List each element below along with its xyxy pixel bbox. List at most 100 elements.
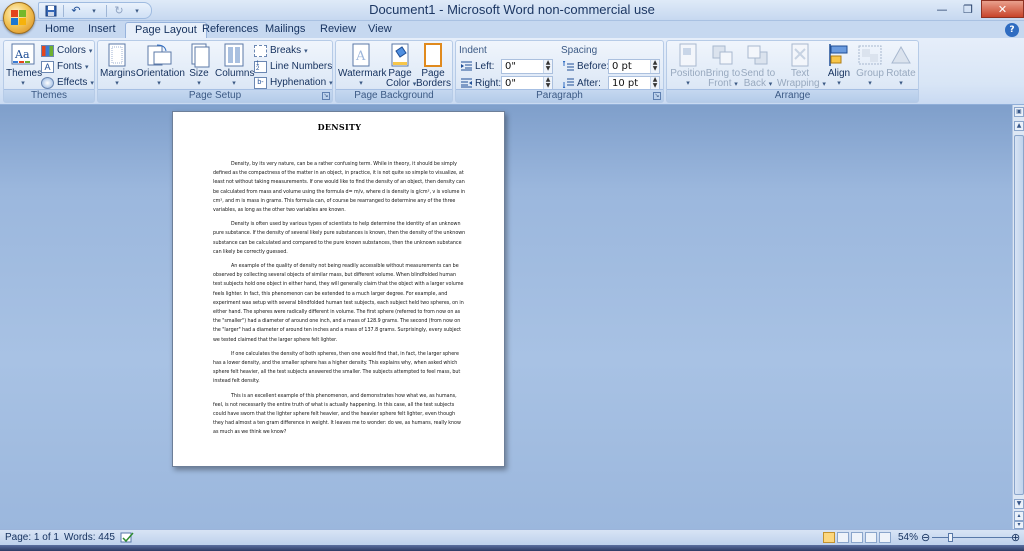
zoom-in-icon[interactable]: ⊕ [1011,532,1020,544]
dropdown-arrow-icon: ▾ [197,80,201,87]
group-arrange: Position ▾ Bring to Front ▾ Send to Back… [666,40,919,103]
margins-icon [103,43,131,67]
spin-arrows-icon[interactable]: ▲ ▼ [650,60,659,73]
page-borders-button[interactable]: Page Borders [416,43,452,89]
indent-left-input[interactable]: 0" ▲ ▼ [501,59,553,74]
next-page-icon[interactable]: ▾ [1014,521,1024,529]
breaks-icon [254,44,267,57]
dropdown-arrow-icon: ▾ [304,47,308,55]
paragraph-launcher-icon[interactable]: ↘ [653,92,661,100]
size-label: Size [189,68,209,79]
ribbon: Aa Themes ▾ Colors ▾ A Fonts ▾ Effects ▾ Th… [0,38,1024,105]
close-button[interactable]: ✕ [981,0,1024,18]
columns-icon [220,43,248,67]
dropdown-arrow-icon: ▾ [899,80,903,87]
group-page-setup: Margins ▾ Orientation ▾ Size ▾ Columns ▾ [97,40,339,103]
send-to-back-button[interactable]: Send to Back ▾ [740,43,776,90]
margins-button[interactable]: Margins ▾ [100,43,136,89]
effects-icon [41,76,54,89]
hyphenation-button[interactable]: b- Hyphenation ▾ [254,75,333,90]
full-screen-reading-view-icon[interactable] [837,532,849,543]
themes-button[interactable]: Aa Themes ▾ [6,43,42,89]
indent-right-label: Right: [475,78,502,89]
group-label: Group [856,68,884,79]
print-layout-view-icon[interactable] [823,532,835,543]
indent-left-label: Left: [475,61,495,72]
document-paragraph: Density is often used by various types o… [213,222,466,255]
zoom-slider[interactable] [932,537,1012,538]
tab-insert[interactable]: Insert [79,22,125,38]
draft-view-icon[interactable] [879,532,891,543]
spacing-before-input[interactable]: 0 pt ▲ ▼ [608,59,660,74]
spacing-after-value: 10 pt [612,78,639,89]
orientation-icon [145,43,173,67]
tab-review[interactable]: Review [311,22,365,38]
tab-view[interactable]: View [359,22,401,38]
scroll-down-icon[interactable]: ▼ [1014,499,1024,509]
scroll-up-icon[interactable]: ▲ [1014,121,1024,131]
office-button[interactable] [3,2,35,34]
position-button[interactable]: Position ▾ [669,43,707,89]
dropdown-arrow-icon: ▾ [21,80,25,87]
effects-button[interactable]: Effects ▾ [41,75,94,90]
page-count[interactable]: Page: 1 of 1 [5,532,59,544]
page-color-button[interactable]: Page Color ▾ [386,43,416,90]
zoom-out-icon[interactable]: ⊖ [921,532,930,544]
indent-left-icon [461,61,472,71]
watermark-label: Watermark [338,68,387,79]
group-label-themes: Themes [4,89,94,102]
scroll-thumb[interactable] [1014,135,1024,495]
send-to-back-icon [744,43,772,67]
spacing-title: Spacing [561,45,598,56]
tab-home[interactable]: Home [36,22,83,38]
maximize-button[interactable]: ❐ [955,0,981,18]
dropdown-arrow-icon: ▾ [157,80,161,87]
colors-icon [41,44,54,57]
spin-arrows-icon[interactable]: ▲ ▼ [543,60,552,73]
colors-button[interactable]: Colors ▾ [41,43,92,58]
help-icon[interactable]: ? [1005,23,1019,37]
tab-mailings[interactable]: Mailings [256,22,314,38]
hyphenation-label: Hyphenation [270,77,327,88]
dropdown-arrow-icon: ▾ [90,79,94,87]
outline-view-icon[interactable] [865,532,877,543]
group-label-page-setup: Page Setup [98,89,332,102]
group-label-paragraph: Paragraph [456,89,663,102]
window-title: Document1 - Microsoft Word non-commercia… [369,2,655,17]
zoom-level[interactable]: 54% [898,532,918,544]
document-page[interactable]: DENSITY Density, by its very nature, can… [172,111,505,467]
breaks-label: Breaks [270,45,302,56]
document-title: DENSITY [317,122,362,132]
effects-label: Effects [57,77,88,88]
word-count[interactable]: Words: 445 [64,532,115,544]
page-borders-label-2: Borders [416,78,452,89]
align-button[interactable]: Align ▾ [824,43,854,89]
vertical-scrollbar[interactable]: ▣ ▲ ▼ ▴ ▾ [1012,105,1024,529]
document-workspace: DENSITY Density, by its very nature, can… [0,105,1012,529]
columns-button[interactable]: Columns ▾ [215,43,254,89]
zoom-slider-thumb[interactable] [948,533,953,542]
web-layout-view-icon[interactable] [851,532,863,543]
breaks-button[interactable]: Breaks ▾ [254,43,308,58]
size-button[interactable]: Size ▾ [184,43,214,89]
fonts-button[interactable]: A Fonts ▾ [41,59,89,74]
window-controls: — ❐ ✕ [929,0,1024,18]
colors-label: Colors [57,45,86,56]
themes-icon: Aa [9,43,37,67]
watermark-button[interactable]: A Watermark ▾ [338,43,387,89]
text-wrapping-label-2-text: Wrapping [777,78,820,89]
orientation-button[interactable]: Orientation ▾ [136,43,185,89]
spacing-after-icon [562,78,574,89]
page-borders-icon [419,43,447,67]
group-button[interactable]: Group ▾ [855,43,885,89]
rotate-button[interactable]: Rotate ▾ [886,43,916,89]
page-setup-launcher-icon[interactable]: ↘ [322,92,330,100]
ruler-toggle-icon[interactable]: ▣ [1014,107,1024,117]
minimize-button[interactable]: — [929,0,955,18]
previous-page-icon[interactable]: ▴ [1014,511,1024,521]
bring-to-front-button[interactable]: Bring to Front ▾ [705,43,741,90]
proofing-icon[interactable] [120,532,134,544]
text-wrapping-button[interactable]: Text Wrapping ▾ [777,43,826,90]
line-numbers-button[interactable]: 12 Line Numbers▾ [254,59,339,74]
dropdown-arrow-icon: ▾ [768,81,773,88]
